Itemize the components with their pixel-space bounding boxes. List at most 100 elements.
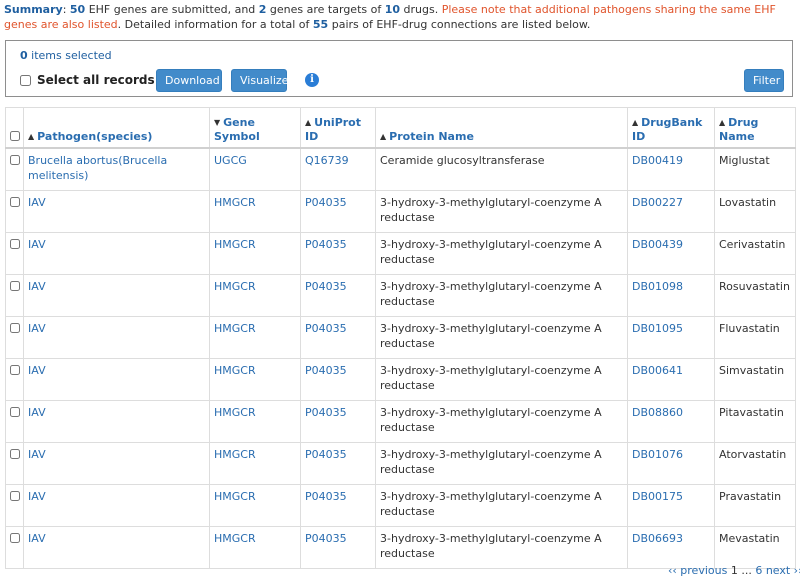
uniprot-link[interactable]: P04035 — [305, 196, 347, 209]
uniprot-cell: P04035 — [300, 484, 376, 527]
protein-cell: Ceramide glucosyltransferase — [375, 147, 628, 191]
column-header-pathogen[interactable]: ▲︎ Pathogen(species) — [23, 107, 210, 149]
uniprot-link[interactable]: P04035 — [305, 364, 347, 377]
sort-icon: ▲︎ — [28, 132, 35, 141]
row-checkbox[interactable] — [9, 533, 20, 543]
drugbank-link[interactable]: DB01076 — [632, 448, 683, 461]
column-header-drug[interactable]: ▲ Drug Name — [714, 107, 796, 149]
visualize-button[interactable]: Visualize — [231, 69, 288, 92]
gene-link[interactable]: UGCG — [214, 154, 247, 167]
uniprot-link[interactable]: P04035 — [305, 490, 347, 503]
drugbank-link[interactable]: DB08860 — [632, 406, 683, 419]
sort-desc-icon: ▼ — [214, 118, 221, 127]
protein-cell: 3-hydroxy-3-methylglutaryl-coenzyme A re… — [375, 232, 628, 275]
info-icon[interactable]: i — [305, 73, 319, 87]
selected-count-text: 0 items selected — [20, 49, 112, 62]
gene-link[interactable]: HMGCR — [214, 490, 256, 503]
row-checkbox[interactable] — [9, 491, 20, 501]
column-header-uniprot[interactable]: ▲ UniProt ID — [300, 107, 376, 149]
uniprot-link[interactable]: P04035 — [305, 238, 347, 251]
drugbank-link[interactable]: DB00641 — [632, 364, 683, 377]
column-header-label: DrugBank ID — [632, 116, 703, 143]
pathogen-link[interactable]: IAV — [28, 448, 46, 461]
drugbank-link[interactable]: DB01098 — [632, 280, 683, 293]
protein-name: 3-hydroxy-3-methylglutaryl-coenzyme A re… — [380, 280, 602, 308]
pathogen-link[interactable]: Brucella abortus(Brucella melitensis) — [28, 154, 167, 182]
row-checkbox-cell — [5, 358, 24, 401]
drugbank-link[interactable]: DB00419 — [632, 154, 683, 167]
row-checkbox[interactable] — [9, 197, 20, 207]
column-header-gene[interactable]: ▼ Gene Symbol — [209, 107, 301, 149]
column-header-label: Pathogen(species) — [37, 130, 153, 143]
uniprot-link[interactable]: P04035 — [305, 322, 347, 335]
gene-link[interactable]: HMGCR — [214, 532, 256, 545]
protein-name: 3-hydroxy-3-methylglutaryl-coenzyme A re… — [380, 238, 602, 266]
column-header-label: Protein Name — [389, 130, 474, 143]
pathogen-link[interactable]: IAV — [28, 238, 46, 251]
column-header-drugbank[interactable]: ▲ DrugBank ID — [627, 107, 715, 149]
uniprot-cell: P04035 — [300, 358, 376, 401]
gene-link[interactable]: HMGCR — [214, 238, 256, 251]
gene-link[interactable]: HMGCR — [214, 280, 256, 293]
pathogen-link[interactable]: IAV — [28, 490, 46, 503]
download-button[interactable]: Download — [156, 69, 222, 92]
table-row: Brucella abortus(Brucella melitensis) UG… — [5, 147, 796, 191]
selection-toolbar: 0 items selected Select all records Down… — [5, 40, 793, 97]
uniprot-cell: P04035 — [300, 526, 376, 569]
protein-cell: 3-hydroxy-3-methylglutaryl-coenzyme A re… — [375, 190, 628, 233]
pathogen-link[interactable]: IAV — [28, 280, 46, 293]
gene-link[interactable]: HMGCR — [214, 196, 256, 209]
pathogen-link[interactable]: IAV — [28, 196, 46, 209]
uniprot-link[interactable]: Q16739 — [305, 154, 349, 167]
pathogen-cell: IAV — [23, 190, 210, 233]
pathogen-cell: IAV — [23, 442, 210, 485]
drugbank-cell: DB08860 — [627, 400, 715, 443]
row-checkbox-cell — [5, 190, 24, 233]
pathogen-link[interactable]: IAV — [28, 406, 46, 419]
protein-cell: 3-hydroxy-3-methylglutaryl-coenzyme A re… — [375, 358, 628, 401]
gene-link[interactable]: HMGCR — [214, 322, 256, 335]
drugbank-link[interactable]: DB06693 — [632, 532, 683, 545]
row-checkbox-cell — [5, 232, 24, 275]
row-checkbox[interactable] — [9, 365, 20, 375]
row-checkbox[interactable] — [9, 155, 20, 165]
drugbank-link[interactable]: DB00227 — [632, 196, 683, 209]
summary-text-part: . Detailed information for a total of — [117, 18, 313, 31]
pathogen-link[interactable]: IAV — [28, 532, 46, 545]
table-row: IAV HMGCR P04035 3-hydroxy-3-methylgluta… — [5, 232, 796, 275]
row-checkbox[interactable] — [9, 239, 20, 249]
row-checkbox[interactable] — [9, 323, 20, 333]
table-row: IAV HMGCR P04035 3-hydroxy-3-methylgluta… — [5, 442, 796, 485]
selected-suffix: items selected — [27, 49, 112, 62]
select-all-checkbox[interactable] — [20, 74, 31, 86]
header-checkbox[interactable] — [9, 131, 20, 141]
drugbank-link[interactable]: DB01095 — [632, 322, 683, 335]
drug-name: Lovastatin — [719, 196, 777, 209]
uniprot-link[interactable]: P04035 — [305, 532, 347, 545]
drugbank-link[interactable]: DB00439 — [632, 238, 683, 251]
previous-page-link[interactable]: ‹‹ previous — [668, 564, 727, 577]
uniprot-cell: P04035 — [300, 232, 376, 275]
pathogen-link[interactable]: IAV — [28, 364, 46, 377]
drugbank-link[interactable]: DB00175 — [632, 490, 683, 503]
uniprot-link[interactable]: P04035 — [305, 406, 347, 419]
next-page-link[interactable]: next ›› — [766, 564, 800, 577]
pathogen-link[interactable]: IAV — [28, 322, 46, 335]
gene-link[interactable]: HMGCR — [214, 448, 256, 461]
table-row: IAV HMGCR P04035 3-hydroxy-3-methylgluta… — [5, 358, 796, 401]
gene-cell: HMGCR — [209, 358, 301, 401]
drugbank-cell: DB00641 — [627, 358, 715, 401]
pathogen-cell: IAV — [23, 526, 210, 569]
uniprot-link[interactable]: P04035 — [305, 448, 347, 461]
row-checkbox[interactable] — [9, 449, 20, 459]
drug-cell: Cerivastatin — [714, 232, 796, 275]
uniprot-link[interactable]: P04035 — [305, 280, 347, 293]
column-header-protein[interactable]: ▲ Protein Name — [375, 107, 628, 149]
row-checkbox[interactable] — [9, 407, 20, 417]
filter-button[interactable]: Filter — [744, 69, 784, 92]
select-all-control[interactable]: Select all records — [20, 73, 155, 87]
gene-link[interactable]: HMGCR — [214, 364, 256, 377]
row-checkbox[interactable] — [9, 281, 20, 291]
gene-link[interactable]: HMGCR — [214, 406, 256, 419]
last-page-link[interactable]: 6 — [755, 564, 762, 577]
